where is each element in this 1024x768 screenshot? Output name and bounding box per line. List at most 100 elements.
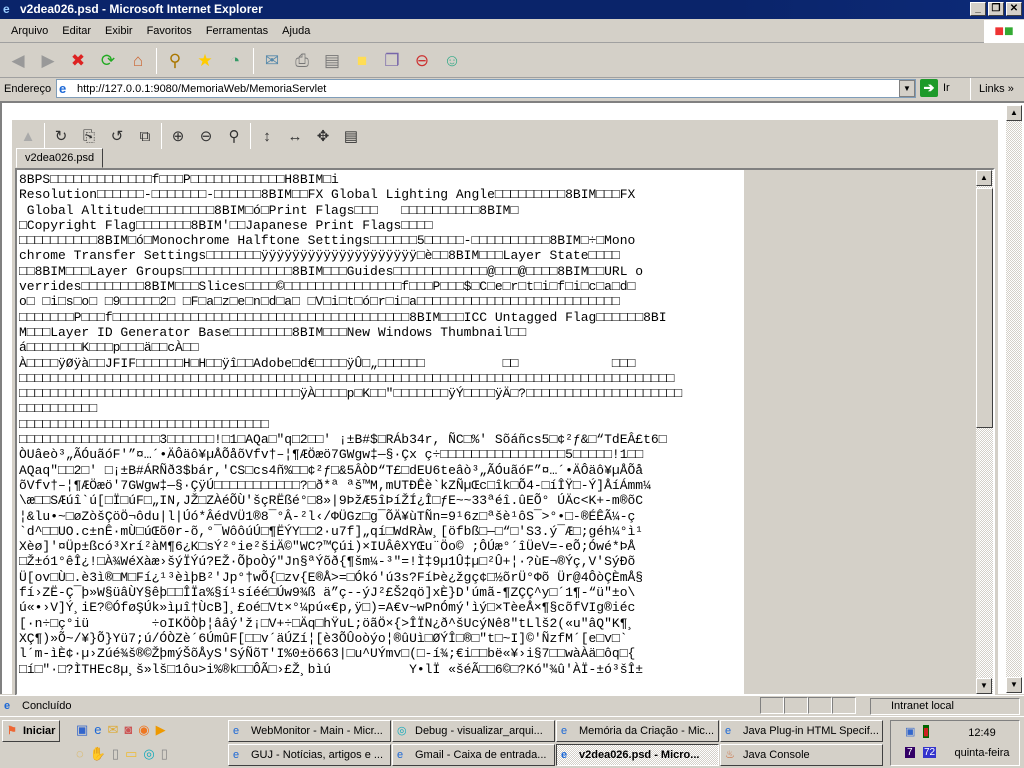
stop-icon[interactable]: ✖ (66, 49, 90, 73)
content-line: fí›ZË-Ç¯þ»W§üâÙY§êþ□□ÎÏa%§í¹síéé□Úw9¾ß ä… (19, 585, 636, 601)
content-line: □□□□□□□□□□ (19, 401, 98, 417)
clock-day: quinta-feira (954, 747, 1010, 759)
menu-editar[interactable]: Editar (55, 25, 98, 37)
menu-exibir[interactable]: Exibir (98, 25, 140, 37)
task-label: Gmail - Caixa de entrada... (415, 749, 547, 761)
history-icon[interactable]: ◔ (223, 49, 247, 73)
edit-icon[interactable]: ▤ (320, 49, 344, 73)
scroll-thumb[interactable] (976, 188, 993, 428)
task-guj[interactable]: e GUJ - Notícias, artigos e ... (228, 744, 391, 766)
tray-app-icon[interactable]: ▮ (923, 725, 930, 738)
windows-logo-icon: ■■ (984, 20, 1024, 43)
menu-favoritos[interactable]: Favoritos (140, 25, 199, 37)
content-line: □□□□□□□□□□□□□□□□□□□□□□□□□□□□□□□□ (19, 416, 269, 432)
task-gmail[interactable]: e Gmail - Caixa de entrada... (392, 744, 555, 766)
separator (156, 47, 157, 74)
separator (161, 123, 162, 149)
doc-icon[interactable]: ▯ (112, 746, 119, 762)
network-icon[interactable]: ▣ (905, 725, 915, 738)
task-webmonitor[interactable]: e WebMonitor - Main - Micr... (228, 720, 391, 742)
task-v2dea026[interactable]: e v2dea026.psd - Micro... (556, 744, 719, 766)
page-scroll-down-icon[interactable]: ▼ (1006, 677, 1022, 693)
outlook-icon[interactable]: ✉ (108, 722, 119, 738)
content-scrollbar[interactable]: ▲ ▼ (976, 170, 993, 694)
home-icon[interactable]: ⌂ (126, 49, 150, 73)
task-label: v2dea026.psd - Micro... (579, 749, 700, 761)
quick-launch-row-1: ▣ e ✉ ◙ ◉ ▶ (76, 722, 166, 738)
menu-bar: Arquivo Editar Exibir Favoritos Ferramen… (0, 20, 1024, 43)
start-button[interactable]: ⚑ Iniciar (2, 720, 60, 742)
back-icon[interactable]: ◀ (6, 49, 30, 73)
media-icon[interactable]: ▶ (156, 722, 166, 738)
task-java-plugin[interactable]: e Java Plug-in HTML Specif... (720, 720, 883, 742)
go-label: Ir (943, 82, 950, 94)
restore-button[interactable]: ❐ (988, 2, 1004, 16)
menu-ajuda[interactable]: Ajuda (275, 25, 317, 37)
browser-toolbar: ◀ ▶ ✖ ⟳ ⌂ ⚲ ★ ◔ ✉ ⎙ ▤ ■ ❐ ⊖ ☺ (0, 44, 1024, 78)
address-dropdown-button[interactable]: ▼ (899, 80, 915, 97)
rotate-icon[interactable]: ↻ (49, 124, 73, 148)
clock-time[interactable]: 12:49 (947, 727, 1017, 739)
favorites-star-icon[interactable]: ★ (193, 49, 217, 73)
title-bar: e v2dea026.psd - Microsoft Internet Expl… (0, 0, 1024, 19)
rotate-pages-icon[interactable]: ⧉ (133, 124, 157, 148)
print-icon[interactable]: ⎙ (290, 49, 314, 73)
app-icon[interactable]: ◙ (124, 722, 132, 738)
page-scrollbar[interactable]: ▲ ▼ (1006, 105, 1022, 693)
zoom-icon[interactable]: ⚲ (222, 124, 246, 148)
content-line: o□ □i□s□o□ □9□□□□□2□ □F□a□z□e□n□d□a□ □V□… (19, 294, 620, 310)
refresh-icon[interactable]: ⟳ (96, 49, 120, 73)
scroll-up-icon[interactable]: ▲ (976, 170, 992, 186)
tool-icon[interactable]: ✋ (90, 746, 106, 762)
fit-page-icon[interactable]: ✥ (311, 124, 335, 148)
address-label: Endereço (4, 83, 52, 95)
page-scroll-up-icon[interactable]: ▲ (1006, 105, 1022, 121)
zone-label: Intranet local (891, 700, 954, 712)
content-line: ¦&lu•~□øZòšÇöÖ¬ôdu|l|Úó*ÂédVÜ1®8¯°Â-²l‹/… (19, 508, 636, 524)
address-input[interactable]: e http://127.0.0.1:9080/MemoriaWeb/Memor… (56, 79, 916, 98)
go-button[interactable]: ➔ Ir (920, 79, 950, 97)
content-line: M□□□Layer ID Generator Base□□□□□□□□8BIM□… (19, 324, 527, 340)
content-line: □í□"·□?ÌTHEc8µ¸š»lš□1ôu>i%®k□□ÔÃ□›£Ž¸bìú… (19, 661, 644, 677)
mail-icon[interactable]: ✉ (260, 49, 284, 73)
discuss-icon[interactable]: ■ (350, 49, 374, 73)
messenger-icon[interactable]: ☺ (440, 49, 464, 73)
fit-height-icon[interactable]: ↕ (255, 124, 279, 148)
links-button[interactable]: Links » (970, 78, 1024, 100)
text-icon[interactable]: ▯ (161, 746, 168, 762)
task-memoria[interactable]: e Memória da Criação - Mic... (556, 720, 719, 742)
rotate-left-icon[interactable]: ↺ (105, 124, 129, 148)
folder-icon[interactable]: ▭ (125, 746, 137, 762)
close-button[interactable]: ✕ (1006, 2, 1022, 16)
zoom-area-icon[interactable]: ⊕ (166, 124, 190, 148)
fit-width-icon[interactable]: ↔ (283, 124, 307, 148)
debug-icon[interactable]: ◎ (143, 746, 154, 762)
note-icon[interactable]: ◌ (76, 746, 84, 762)
task-java-console[interactable]: ♨ Java Console (720, 744, 883, 766)
task-debug[interactable]: ◎ Debug - visualizar_arqui... (392, 720, 555, 742)
page-icon[interactable]: ▤ (339, 124, 363, 148)
content-line: □□□□□□□□□□□□□□□□□□□□□□□□□□□□□□□□□□□□□□□□… (19, 370, 675, 386)
flip-icon[interactable]: ⎘ (77, 124, 101, 148)
research-icon[interactable]: ❐ (380, 49, 404, 73)
tray-7-icon[interactable]: 7 (905, 747, 915, 758)
content-line: □Ž±ó1°êÎ¿!□À¾WéXàæ›šýÏÝú?EŽ·ÕþoÒý"Jn§ªÝõ… (19, 554, 636, 570)
search-icon[interactable]: ⚲ (163, 49, 187, 73)
status-bar: e Concluído Intranet local (0, 695, 1024, 715)
menu-arquivo[interactable]: Arquivo (4, 25, 55, 37)
tray-72-icon[interactable]: 72 (923, 747, 937, 758)
menu-ferramentas[interactable]: Ferramentas (199, 25, 275, 37)
scroll-down-icon[interactable]: ▼ (976, 678, 992, 694)
firefox-icon[interactable]: ◉ (138, 722, 149, 738)
block-page-icon[interactable]: ⊖ (410, 49, 434, 73)
task-label: Java Plug-in HTML Specif... (743, 725, 879, 737)
print-icon[interactable]: ▲ (16, 124, 40, 148)
tab-file[interactable]: v2dea026.psd (16, 148, 104, 168)
minimize-button[interactable]: _ (970, 2, 986, 16)
forward-icon[interactable]: ▶ (36, 49, 60, 73)
taskbar: ⚑ Iniciar ▣ e ✉ ◙ ◉ ▶ ◌ ✋ ▯ ▭ ◎ ▯ e WebMonitor - Mai… (0, 716, 1024, 768)
zoom-out-icon[interactable]: ⊖ (194, 124, 218, 148)
ie-icon[interactable]: e (94, 722, 101, 738)
desktop-icon[interactable]: ▣ (76, 722, 88, 738)
go-arrow-icon: ➔ (920, 79, 938, 97)
